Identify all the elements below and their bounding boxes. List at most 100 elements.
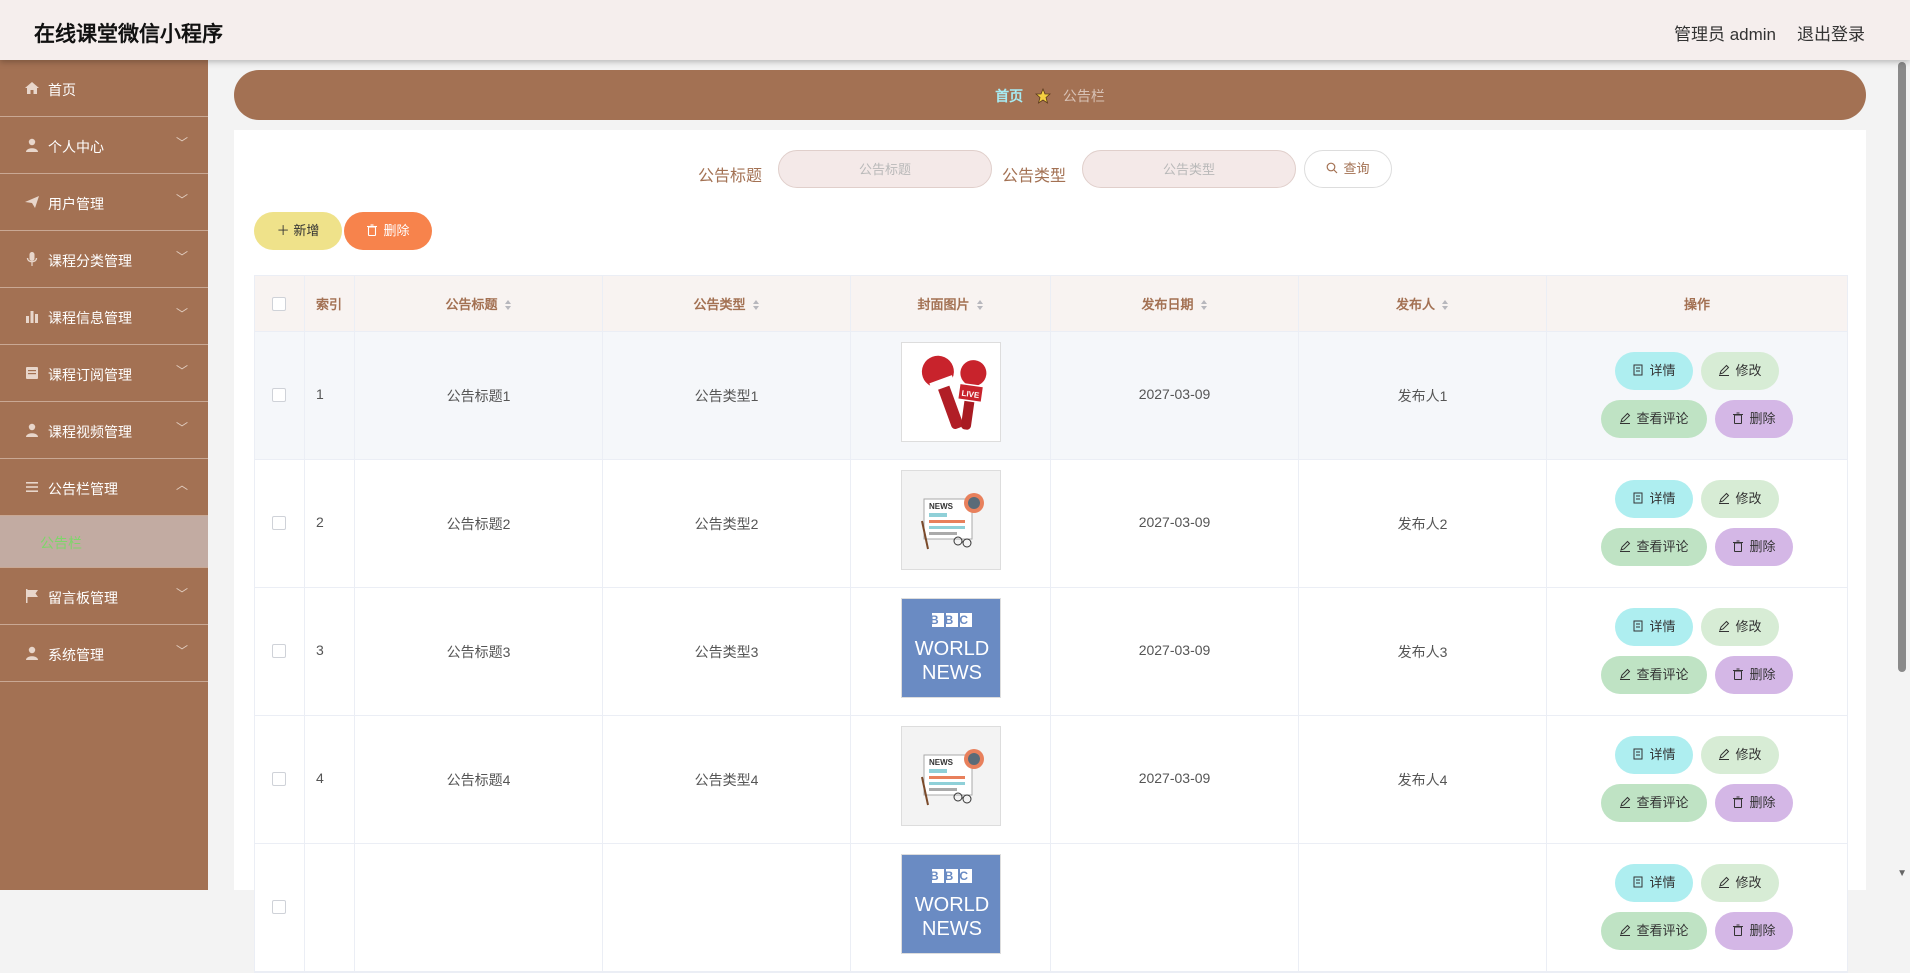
header-publisher[interactable]: 发布人 [1299,294,1546,313]
row-type: 公告类型3 [694,644,759,660]
row-date: 2027-03-09 [1138,642,1211,658]
add-button[interactable]: ＋ 新增 [254,212,342,250]
sort-icon [504,300,511,310]
sidebar-item-label: 公告栏管理 [48,481,118,497]
header-title[interactable]: 公告标题 [355,294,602,313]
row-delete-button[interactable]: 删除 [1715,400,1793,438]
edit-button[interactable]: 修改 [1701,608,1779,646]
row-checkbox[interactable] [272,388,286,402]
table-header-row: 索引 公告标题 公告类型 封面图片 发布日期 发布人 操作 [255,276,1847,332]
sort-icon [752,300,759,310]
row-publisher: 发布人3 [1397,644,1448,660]
row-checkbox[interactable] [272,644,286,658]
view-comments-button[interactable]: 查看评论 [1601,912,1707,950]
detail-button[interactable]: 详情 [1615,352,1693,390]
type-search-input[interactable] [1082,150,1296,188]
sidebar-item-label: 首页 [48,82,76,98]
row-delete-button[interactable]: 删除 [1715,912,1793,950]
sidebar-item-course-subscription[interactable]: 课程订阅管理 ﹀ [0,345,208,402]
user-icon [26,138,38,152]
chevron-down-icon: ﹀ [175,644,188,658]
edit-button[interactable]: 修改 [1701,864,1779,902]
document-icon [1633,620,1643,632]
add-button-label: 新增 [293,223,320,238]
row-delete-button[interactable]: 删除 [1715,784,1793,822]
sort-icon [1200,300,1207,310]
sidebar-item-home[interactable]: 首页 [0,60,208,117]
bbc-world-news-image: BBC WORLDNEWS [902,599,1000,697]
document-icon [26,367,38,379]
row-checkbox[interactable] [272,516,286,530]
row-checkbox[interactable] [272,772,286,786]
chevron-down-icon: ﹀ [175,587,188,601]
edit-button[interactable]: 修改 [1701,736,1779,774]
sidebar-item-course-video[interactable]: 课程视频管理 ﹀ [0,402,208,459]
image-news-label: NEWS [929,502,954,511]
batch-delete-button[interactable]: 删除 [344,212,432,250]
cover-image: NEWS [901,726,1001,826]
row-type: 公告类型4 [694,772,759,788]
query-button-label: 查询 [1343,161,1370,176]
row-title: 公告标题2 [446,516,511,532]
flag-icon [26,589,38,603]
home-icon [25,82,39,94]
chevron-down-icon: ﹀ [175,364,188,378]
sort-icon [1442,300,1448,310]
bar-chart-icon [26,311,38,323]
sidebar-item-message-board[interactable]: 留言板管理 ﹀ [0,568,208,625]
header-date[interactable]: 发布日期 [1051,294,1298,313]
sidebar-item-label: 课程订阅管理 [48,367,132,383]
sidebar-item-course-info[interactable]: 课程信息管理 ﹀ [0,288,208,345]
title-search-label: 公告标题 [698,168,763,185]
scrollbar[interactable] [1898,62,1906,672]
row-checkbox[interactable] [272,900,286,914]
view-comments-button[interactable]: 查看评论 [1601,400,1707,438]
user-icon [26,423,38,437]
table-row: 3 公告标题3 公告类型3 BBC WORLD NEWS 2027-03-09 发布人3 详情修… [255,588,1847,716]
view-comments-button[interactable]: 查看评论 [1601,528,1707,566]
sidebar-item-user-management[interactable]: 用户管理 ﹀ [0,174,208,231]
edit-button[interactable]: 修改 [1701,480,1779,518]
table-row: 4 公告标题4 公告类型4 NEWS 2027-03-09 发布人4 详情 修改 查看评论 删除 [255,716,1847,844]
row-type: 公告类型2 [694,516,759,532]
row-delete-button[interactable]: 删除 [1715,528,1793,566]
edit-button[interactable]: 修改 [1701,352,1779,390]
sidebar-subitem-notice-board[interactable]: 公告栏 [0,516,208,568]
chevron-down-icon: ﹀ [175,136,188,150]
view-comments-button[interactable]: 查看评论 [1601,784,1707,822]
title-search-input[interactable] [778,150,992,188]
row-title: 公告标题1 [446,388,511,404]
sidebar-item-system-management[interactable]: 系统管理 ﹀ [0,625,208,682]
sidebar-item-course-category[interactable]: 课程分类管理 ﹀ [0,231,208,288]
select-all-checkbox[interactable] [272,297,286,311]
cover-image: BBC WORLD NEWS [901,854,1001,954]
star-icon [1035,88,1051,104]
trash-icon [1733,540,1744,552]
cover-image: NEWS [901,470,1001,570]
detail-button[interactable]: 详情 [1615,864,1693,902]
document-icon [1633,492,1643,504]
detail-button[interactable]: 详情 [1615,608,1693,646]
sort-icon [976,300,983,310]
list-icon [26,482,38,492]
scroll-down-arrow[interactable]: ▼ [1897,868,1907,879]
sidebar-item-notice-management[interactable]: 公告栏管理 ︿ [0,459,208,516]
pencil-icon [1620,412,1631,424]
header-image[interactable]: 封面图片 [851,294,1050,313]
document-icon [1633,876,1643,888]
cover-image: LIVE [901,342,1001,442]
row-publisher: 发布人4 [1397,772,1448,788]
newspaper-image: NEWS [902,727,1000,825]
detail-button[interactable]: 详情 [1615,736,1693,774]
query-button[interactable]: 查询 [1304,150,1392,188]
logout-link[interactable]: 退出登录 [1797,20,1865,45]
view-comments-button[interactable]: 查看评论 [1601,656,1707,694]
sidebar-item-personal-center[interactable]: 个人中心 ﹀ [0,117,208,174]
header-type[interactable]: 公告类型 [603,294,850,313]
pencil-icon [1719,876,1730,888]
row-delete-button[interactable]: 删除 [1715,656,1793,694]
image-bbc-label: BBC [930,869,974,883]
app-title: 在线课堂微信小程序 [34,23,223,46]
breadcrumb-home-link[interactable]: 首页 [995,88,1023,104]
detail-button[interactable]: 详情 [1615,480,1693,518]
